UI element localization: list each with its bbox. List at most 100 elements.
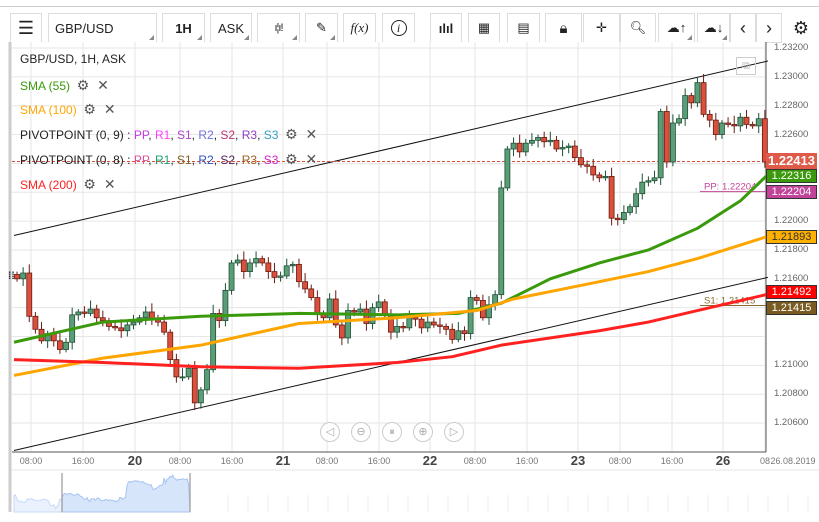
pivot-series-r3: R3 [241,127,258,142]
pivot-series-r1: R1 [154,127,171,142]
price-label: 1.21415 [766,301,817,316]
candle-body [614,217,621,221]
candle-body [81,311,88,314]
candle-body [473,297,480,301]
price-tick: 1.20600 [774,417,809,429]
candle-body [627,206,633,213]
gear-icon[interactable]: ⚙ [83,101,97,118]
candle-body [20,272,27,280]
candle-body [283,265,290,277]
candle-body [204,369,210,391]
candle-body [259,258,266,264]
arrow-left-button[interactable]: ◁ [320,422,340,442]
zoom-in-icon: ⊕ [418,426,428,438]
candle-body [173,359,180,378]
legend-sma100: SMA (100) ⚙ ✕ [20,101,117,118]
gear-icon[interactable]: ⚙ [284,151,298,168]
pivot-series-r2: R2 [198,127,214,142]
candle-body [731,124,738,127]
candle-body [461,330,468,335]
candle-body [663,111,670,163]
zoom-out-button[interactable]: ⊖ [351,422,371,442]
candle-body [602,175,609,179]
day-label: 21 [275,453,291,468]
price-label: 1.22413 [766,152,817,170]
candle-body [645,180,652,183]
candle-body [584,164,590,167]
sma100-label: SMA (100) [20,102,77,117]
pivot-series-s3: S3 [263,127,279,142]
pivot-line-label: S1: 1.21415 [704,295,755,306]
reset-button[interactable]: ⏸ [382,422,402,442]
candle-body [112,326,118,329]
candle-body [516,142,523,153]
pivot1-label: PIVOTPOINT (0, 9) [20,127,124,142]
pivot1-series: : PP, R1, S1, R2, S2, R3, S3 [127,127,279,142]
price-tick: 1.20800 [774,388,809,400]
candle-body [657,111,664,179]
pivot-series-s3: S3 [263,152,279,167]
pivot-series-s2: S2 [220,127,236,142]
time-label: 08:00 [463,456,487,466]
candle-body [437,324,443,327]
popout-button[interactable]: ⧉ [736,57,756,75]
candle-body [755,118,762,127]
candle-body [277,275,284,278]
day-label: 20 [127,453,143,468]
close-icon[interactable]: ✕ [103,101,117,118]
price-tick: 1.21800 [774,243,809,255]
candle [504,146,511,191]
legend-pivot1: PIVOTPOINT (0, 9) : PP, R1, S1, R2, S2, … [20,126,318,143]
pivot-series-r2: R2 [198,152,214,167]
time-label: 16:00 [367,456,391,466]
close-icon[interactable]: ✕ [304,126,318,143]
candle [191,361,198,411]
arrow-right-button[interactable]: ▷ [444,422,464,442]
close-icon[interactable]: ✕ [304,151,318,168]
candle-body [504,148,511,189]
gear-icon[interactable]: ⚙ [76,77,90,94]
price-label: 1.21492 [766,285,817,300]
candle-body [406,317,413,329]
legend-sma200: SMA (200) ⚙ ✕ [20,176,117,193]
close-icon[interactable]: ✕ [96,77,110,94]
zoom-in-button[interactable]: ⊕ [413,422,433,442]
candle [657,108,664,186]
legend-title: GBP/USD, 1H, ASK [20,52,127,66]
resize-handle[interactable]: ⁞⁞ [8,272,15,282]
candle [498,180,505,299]
close-icon[interactable]: ✕ [103,176,117,193]
time-label: 16:00 [660,456,684,466]
candle-body [596,174,603,179]
pivot-line-label: PP: 1.22204 [704,182,756,193]
candle-body [289,263,296,267]
legend-pivot2: PIVOTPOINT (0, 8) : PP, R1, S1, R2, S2, … [20,151,318,168]
candle-body [547,139,554,143]
price-tick: 1.22600 [774,128,809,140]
time-label: 08:00 [168,456,192,466]
candle-body [87,308,94,314]
candle-body [197,389,204,404]
candle-body [651,177,658,182]
price-chart[interactable]: PP: 1.22204 S1: 1.21415 [0,0,819,522]
candle-body [430,321,437,326]
gear-icon[interactable]: ⚙ [284,126,298,143]
sma55-label: SMA (55) [20,78,71,93]
time-label: 16:00 [220,456,244,466]
price-tick: 1.23200 [774,42,809,53]
pivot2-label: PIVOTPOINT (0, 8) [20,152,124,167]
candle-body [749,124,756,127]
candle-body [228,262,235,291]
legend-sma55: SMA (55) ⚙ ✕ [20,77,110,94]
candle-body [633,193,640,208]
price-tick: 1.22000 [774,215,809,227]
candle-body [571,145,578,159]
candle-body [706,113,713,121]
time-label: 08:00 [19,456,43,466]
candle-body [351,310,358,313]
candle-body [522,142,529,153]
candle-body [510,142,517,150]
gear-icon[interactable]: ⚙ [83,176,97,193]
pivot-series-r1: R1 [154,152,171,167]
candle-body [694,82,701,104]
